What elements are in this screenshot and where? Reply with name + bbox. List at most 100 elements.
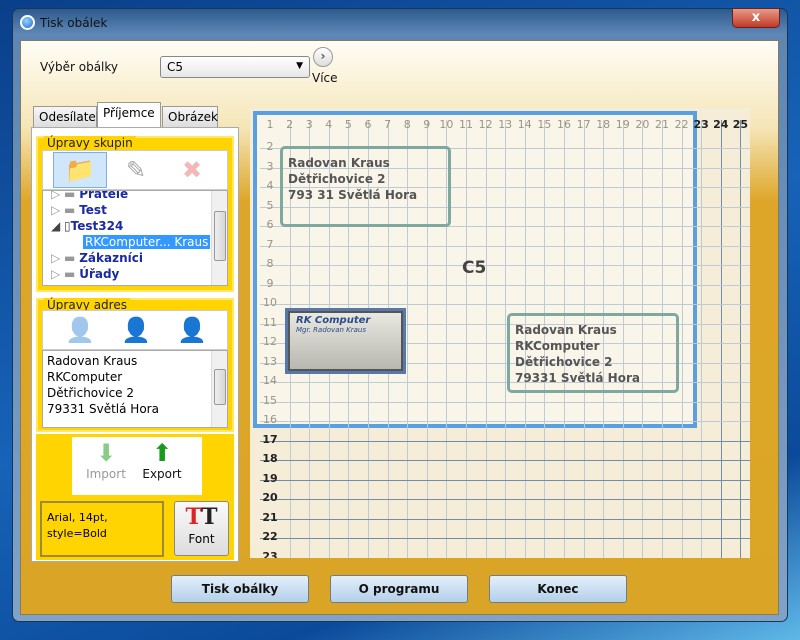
font-info: Arial, 14pt, style=Bold (40, 501, 164, 557)
ruler-row-label: 13 (263, 354, 277, 368)
app-icon (20, 15, 35, 30)
envelope-select[interactable]: C5 ▼ (160, 56, 310, 78)
ruler-col-label: 15 (537, 118, 552, 131)
window-title: Tisk obálek (40, 16, 108, 30)
tree-item[interactable]: ▷ ▬ Úřady (51, 267, 119, 281)
ruler-col-label: 21 (655, 118, 669, 131)
tree-item[interactable]: ▷ ▬ Test (51, 203, 107, 217)
ruler-col-label: 4 (325, 118, 333, 131)
envelope-select-value: C5 (167, 60, 184, 74)
delete-group-button[interactable]: ✖ (165, 152, 219, 188)
address-scrollbar[interactable] (211, 351, 227, 427)
ruler-col-label: 6 (364, 118, 372, 131)
ruler-col-label: 23 (693, 118, 709, 131)
tree-item[interactable]: ▷ ▬ Zákazníci (51, 251, 143, 265)
groups-tree[interactable]: ▷ ▬ Přátelé ▷ ▬ Test ◢ ▯Test324 RKComput… (42, 190, 228, 286)
import-export-toolbar: ⬇ Import ⬆ Export (72, 437, 202, 495)
sender-address-box[interactable]: Radovan Kraus Dětřichovice 2 793 31 Světlá… (280, 146, 451, 227)
chevron-right-icon: › (320, 49, 326, 63)
ruler-col-label: 12 (478, 118, 493, 131)
print-button[interactable]: Tisk obálky (171, 575, 309, 603)
font-button[interactable]: TT Font (174, 501, 229, 556)
tree-item-selected[interactable]: RKComputer... Kraus (83, 235, 211, 249)
ruler-col-label: 11 (459, 118, 473, 131)
ruler-col-label: 16 (557, 118, 571, 131)
grid-line-v (720, 120, 722, 558)
user-edit-icon: 👤 (121, 316, 151, 344)
user-add-icon: 👤 (65, 316, 95, 344)
grid-line-h (260, 538, 750, 539)
address-text[interactable]: Radovan Kraus RKComputer Dětřichovice 2 … (42, 350, 228, 428)
import-button[interactable]: ⬇ Import (80, 439, 132, 481)
add-group-button[interactable]: 📁 (53, 152, 107, 188)
grid-line-h (260, 265, 750, 266)
more-button[interactable]: › (313, 47, 333, 67)
ruler-row-label: 9 (266, 276, 274, 290)
tab-sender[interactable]: Odesílatel (33, 106, 99, 128)
ruler-col-label: 9 (423, 118, 431, 131)
grid-line-h (260, 479, 750, 481)
ruler-row-label: 18 (262, 452, 278, 465)
ruler-col-label: 5 (344, 118, 352, 131)
ruler-col-label: 7 (384, 118, 392, 131)
recipient-address-box[interactable]: Radovan Kraus RKComputer Dětřichovice 2 793… (507, 313, 679, 393)
address-toolbar: 👤 👤 👤 (42, 310, 228, 350)
export-button[interactable]: ⬆ Export (136, 439, 188, 481)
groups-section-title: Úpravy skupin (44, 136, 136, 150)
ruler-row-label: 12 (263, 335, 277, 348)
about-button[interactable]: O programu (330, 575, 468, 603)
exit-button[interactable]: Konec (489, 575, 627, 603)
grid-line-h (260, 518, 750, 520)
ruler-row-label: 20 (262, 491, 278, 504)
logo-image[interactable]: RK Computer Mgr. Radovan Kraus (285, 308, 406, 374)
ruler-row-label: 17 (262, 432, 278, 446)
ruler-col-label: 19 (615, 118, 630, 131)
edit-group-button[interactable]: ✎ (109, 152, 163, 188)
ruler-row-label: 2 (266, 140, 274, 153)
grid-line-h (260, 421, 750, 422)
grid-line-h (260, 440, 750, 442)
grid-line-v (701, 120, 703, 558)
ruler-row-label: 16 (263, 413, 277, 426)
grid-line-h (260, 304, 750, 305)
ruler-col-label: 10 (439, 118, 454, 131)
ruler-row-label: 19 (262, 471, 278, 485)
address-line: RKComputer (47, 370, 123, 384)
ruler-row-label: 23 (262, 549, 278, 559)
ruler-row-label: 4 (266, 179, 274, 192)
user-delete-icon: 👤 (177, 316, 207, 344)
ruler-col-label: 17 (576, 118, 591, 131)
groups-scrollbar[interactable] (211, 191, 227, 285)
more-label[interactable]: Více (312, 71, 338, 85)
tree-item[interactable]: ◢ ▯Test324 (51, 219, 123, 233)
ruler-row-label: 5 (266, 198, 274, 212)
ruler-row-label: 15 (263, 393, 277, 407)
envelope-select-label: Výběr obálky (40, 60, 119, 74)
envelope-format-label: C5 (462, 258, 487, 278)
edit-address-button[interactable]: 👤 (109, 312, 163, 348)
folder-add-icon: 📁 (65, 156, 95, 184)
ruler-col-label: 24 (713, 118, 729, 131)
ruler-row-label: 3 (266, 159, 274, 173)
tab-recipient[interactable]: Příjemce (97, 102, 161, 129)
ruler-col-label: 18 (596, 118, 611, 131)
grid-line-h (260, 499, 750, 500)
ruler-row-label: 6 (266, 218, 274, 231)
add-address-button[interactable]: 👤 (53, 312, 107, 348)
envelope-preview[interactable]: 1 2 3 4 5 6 7 8 9 10 11 12 13 14 15 16 17 18 19 20 21 22 23 24 2… (250, 108, 750, 558)
tree-item[interactable]: ▷ ▬ Přátelé (51, 191, 128, 201)
folder-edit-icon: ✎ (125, 156, 147, 184)
address-line: Radovan Kraus (47, 354, 138, 368)
grid-line-v (485, 120, 487, 558)
tab-image[interactable]: Obrázek (162, 106, 218, 128)
chevron-down-icon: ▼ (296, 61, 303, 71)
delete-address-button[interactable]: 👤 (165, 312, 219, 348)
ruler-row-label: 11 (263, 315, 277, 329)
groups-toolbar: 📁 ✎ ✖ (42, 150, 228, 190)
groups-section: Úpravy skupin 📁 ✎ ✖ ▷ ▬ Přátelé ▷ ▬ Test… (36, 136, 234, 292)
close-button[interactable]: x (732, 8, 780, 28)
ruler-col-label: 25 (732, 118, 749, 131)
ruler-row-label: 22 (262, 530, 278, 543)
ruler-col-label: 13 (498, 118, 513, 131)
ruler-col-label: 22 (674, 118, 689, 131)
